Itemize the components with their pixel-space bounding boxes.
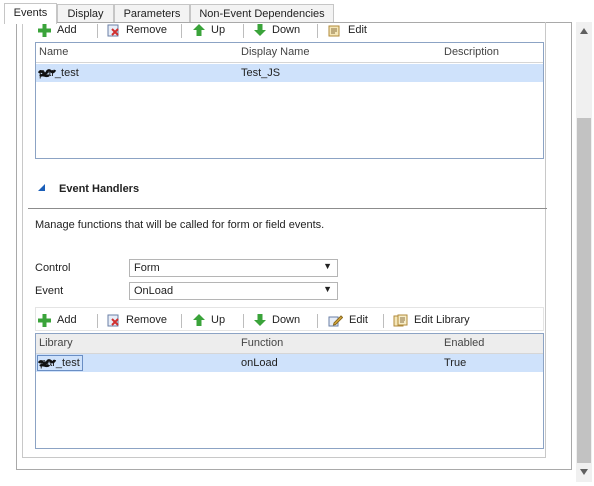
edit-library-label: Edit Library xyxy=(414,314,470,326)
toolbar-separator xyxy=(243,314,244,328)
up-arrow-icon xyxy=(193,314,205,326)
event-label: Event xyxy=(35,285,64,297)
toolbar-separator xyxy=(181,314,182,328)
column-header-library[interactable]: Library xyxy=(39,337,73,349)
up-label: Up xyxy=(211,314,226,326)
handlers-grid: Library Function Enabled par_test onLoad… xyxy=(35,333,544,449)
remove-library-button[interactable]: Remove xyxy=(107,22,167,38)
add-library-button[interactable]: Add xyxy=(38,22,77,38)
section-title: Event Handlers xyxy=(59,183,140,195)
remove-icon xyxy=(107,314,119,326)
toolbar-separator xyxy=(317,24,318,38)
edit-icon xyxy=(328,25,340,36)
up-arrow-icon xyxy=(193,24,205,36)
libraries-grid: Name Display Name Description par_test T… xyxy=(35,42,544,159)
tab-display[interactable]: Display xyxy=(57,4,114,23)
remove-label: Remove xyxy=(126,314,167,326)
tab-non-event-dependencies[interactable]: Non-Event Dependencies xyxy=(190,4,334,23)
down-label: Down xyxy=(272,24,301,36)
add-label: Add xyxy=(57,314,77,326)
edit-library-item-button[interactable]: Edit xyxy=(328,22,367,38)
tab-events[interactable]: Events xyxy=(4,3,57,24)
collapse-triangle-icon[interactable] xyxy=(38,184,46,192)
remove-icon xyxy=(107,24,119,36)
section-divider xyxy=(28,208,547,209)
toolbar-separator xyxy=(97,24,98,38)
event-select-value: OnLoad xyxy=(134,285,174,297)
libraries-grid-header: Name Display Name Description xyxy=(36,43,543,63)
toolbar-separator xyxy=(243,24,244,38)
chevron-down-icon: ▼ xyxy=(323,261,332,271)
toolbar-separator xyxy=(181,24,182,38)
edit-label: Edit xyxy=(349,314,368,326)
down-label: Down xyxy=(272,314,301,326)
toolbar-separator xyxy=(317,314,318,328)
tab-parameters[interactable]: Parameters xyxy=(114,4,190,23)
control-select[interactable]: Form ▼ xyxy=(129,259,338,277)
table-row[interactable]: par_test onLoad True xyxy=(36,354,543,372)
edit-pencil-icon xyxy=(328,314,343,326)
handlers-grid-header: Library Function Enabled xyxy=(36,334,543,354)
section-description: Manage functions that will be called for… xyxy=(35,219,325,231)
redaction-scribble-icon xyxy=(38,69,57,78)
handler-function-cell: onLoad xyxy=(241,357,278,369)
scroll-down-icon[interactable] xyxy=(579,468,589,476)
up-handler-button[interactable]: Up xyxy=(193,312,225,328)
column-header-name[interactable]: Name xyxy=(39,46,68,58)
redaction-scribble-icon xyxy=(38,359,57,368)
library-display-name-cell: Test_JS xyxy=(241,67,281,79)
column-header-function[interactable]: Function xyxy=(241,337,283,349)
edit-library-button[interactable]: Edit Library xyxy=(393,312,470,328)
add-label: Add xyxy=(57,24,77,36)
toolbar-separator xyxy=(97,314,98,328)
edit-label: Edit xyxy=(348,24,367,36)
toolbar-separator xyxy=(383,314,384,328)
up-label: Up xyxy=(211,24,226,36)
add-icon xyxy=(38,23,51,37)
event-select[interactable]: OnLoad ▼ xyxy=(129,282,338,300)
table-row[interactable]: par_test Test_JS xyxy=(36,64,543,82)
down-handler-button[interactable]: Down xyxy=(254,312,300,328)
remove-handler-button[interactable]: Remove xyxy=(107,312,167,328)
scrollbar-thumb[interactable] xyxy=(577,118,591,463)
control-select-value: Form xyxy=(134,262,160,274)
column-header-display-name[interactable]: Display Name xyxy=(241,46,309,58)
chevron-down-icon: ▼ xyxy=(323,284,332,294)
scroll-up-icon[interactable] xyxy=(579,27,589,35)
control-label: Control xyxy=(35,262,71,274)
handler-enabled-cell: True xyxy=(444,357,467,369)
add-handler-button[interactable]: Add xyxy=(38,312,77,328)
library-icon xyxy=(393,314,408,326)
down-library-button[interactable]: Down xyxy=(254,22,300,38)
column-header-description[interactable]: Description xyxy=(444,46,499,58)
add-icon xyxy=(38,313,51,327)
down-arrow-icon xyxy=(254,314,266,326)
down-arrow-icon xyxy=(254,24,266,36)
up-library-button[interactable]: Up xyxy=(193,22,225,38)
remove-label: Remove xyxy=(126,24,167,36)
vertical-scrollbar[interactable] xyxy=(576,22,592,482)
column-header-enabled[interactable]: Enabled xyxy=(444,337,484,349)
edit-handler-button[interactable]: Edit xyxy=(328,312,368,328)
